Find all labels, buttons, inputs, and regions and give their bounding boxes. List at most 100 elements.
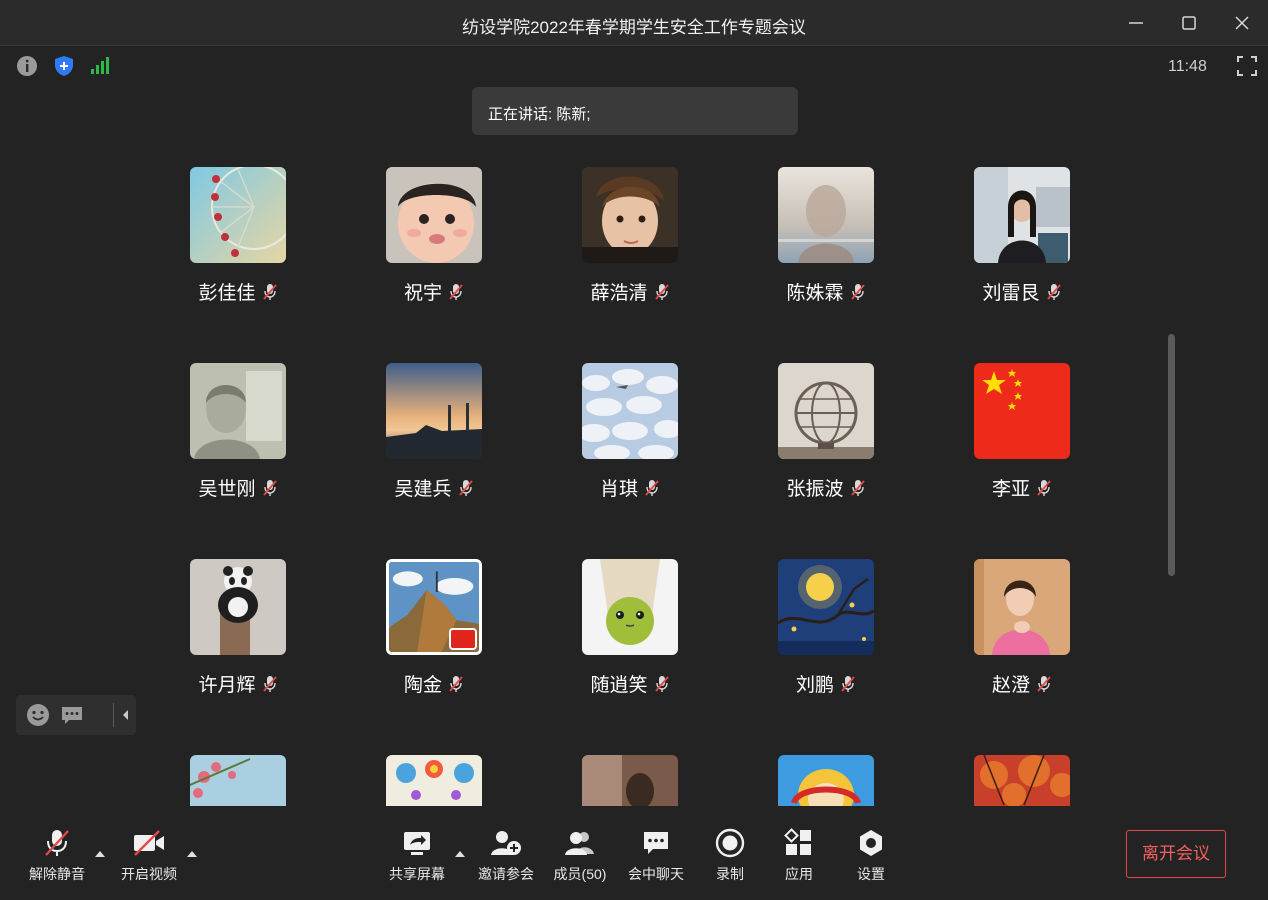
fullscreen-icon bbox=[1237, 56, 1257, 76]
members-icon bbox=[565, 832, 594, 855]
record-label: 录制 bbox=[716, 866, 744, 882]
meeting-clock: 11:48 bbox=[1168, 58, 1207, 75]
title-bar: 纺设学院2022年春学期学生安全工作专题会议 bbox=[0, 0, 1268, 46]
apps-icon bbox=[784, 828, 811, 855]
participant-name: 许月辉 bbox=[198, 675, 256, 696]
apps-button[interactable]: 应用 bbox=[764, 828, 834, 886]
participant-tile[interactable]: 薛浩清 bbox=[532, 160, 728, 356]
share-screen-label: 共享屏幕 bbox=[389, 866, 445, 882]
message-bubble-icon bbox=[62, 707, 82, 724]
unmute-label: 解除静音 bbox=[29, 866, 85, 882]
avatar bbox=[190, 167, 286, 263]
participant-tile[interactable]: 张振波 bbox=[728, 356, 924, 552]
participant-tile[interactable]: 刘雷艮 bbox=[924, 160, 1120, 356]
caret-up-icon[interactable] bbox=[94, 849, 106, 859]
muted-mic-icon bbox=[449, 675, 463, 692]
avatar bbox=[190, 363, 286, 459]
maximize-icon bbox=[1182, 16, 1196, 30]
participant-tile[interactable]: 赵澄 bbox=[924, 552, 1120, 748]
members-button[interactable]: 成员(50) bbox=[545, 828, 615, 886]
muted-mic-icon bbox=[645, 479, 659, 496]
avatar bbox=[582, 755, 678, 806]
minimize-button[interactable] bbox=[1120, 8, 1152, 38]
participant-name: 陈姝霖 bbox=[786, 283, 844, 304]
invite-button[interactable]: 邀请参会 bbox=[471, 828, 541, 886]
shield-icon bbox=[55, 56, 73, 76]
members-label: 成员(50) bbox=[553, 866, 607, 882]
participant-tile[interactable]: 随逍笑 bbox=[532, 552, 728, 748]
emoji-button[interactable] bbox=[26, 703, 50, 727]
participant-tile[interactable]: 陈姝霖 bbox=[728, 160, 924, 356]
meeting-info-button[interactable] bbox=[16, 55, 38, 77]
add-user-icon bbox=[491, 831, 521, 855]
meeting-toolbar: 解除静音 开启视频 共享屏幕 邀请参会 成员(50) 会中聊天 录制 应用 设置… bbox=[0, 806, 1268, 900]
reactions-panel bbox=[16, 695, 136, 735]
close-button[interactable] bbox=[1226, 8, 1258, 38]
network-status[interactable] bbox=[89, 55, 111, 77]
avatar bbox=[778, 167, 874, 263]
gear-icon bbox=[860, 830, 882, 856]
participant-tile[interactable]: 祝宇 bbox=[336, 160, 532, 356]
active-speaker-banner: 正在讲话: 陈新; bbox=[472, 87, 798, 135]
participant-tile[interactable]: 许月辉 bbox=[140, 552, 336, 748]
muted-mic-icon bbox=[449, 283, 463, 300]
participant-tile[interactable]: 李亚 bbox=[924, 356, 1120, 552]
avatar bbox=[974, 363, 1070, 459]
fullscreen-button[interactable] bbox=[1236, 55, 1258, 77]
muted-mic-icon bbox=[262, 675, 277, 692]
smiley-icon bbox=[27, 704, 49, 726]
participant-tile[interactable] bbox=[924, 748, 1120, 806]
leave-meeting-button[interactable]: 离开会议 bbox=[1126, 830, 1226, 878]
avatar bbox=[386, 363, 482, 459]
muted-mic-icon bbox=[1046, 283, 1061, 300]
chevron-left-icon bbox=[123, 710, 128, 720]
participant-name: 吴建兵 bbox=[394, 479, 452, 500]
muted-mic-icon bbox=[841, 675, 855, 692]
china-flag-badge bbox=[449, 628, 477, 650]
settings-button[interactable]: 设置 bbox=[836, 828, 906, 886]
caret-up-icon[interactable] bbox=[454, 849, 466, 859]
muted-mic-icon bbox=[654, 675, 669, 692]
participant-tile[interactable] bbox=[336, 748, 532, 806]
muted-mic-icon bbox=[262, 479, 277, 496]
record-button[interactable]: 录制 bbox=[695, 828, 765, 886]
avatar bbox=[778, 559, 874, 655]
participant-name: 吴世刚 bbox=[198, 479, 256, 500]
minimize-icon bbox=[1129, 22, 1143, 24]
participant-tile[interactable]: 彭佳佳 bbox=[140, 160, 336, 356]
danmaku-button[interactable] bbox=[60, 703, 84, 727]
maximize-button[interactable] bbox=[1173, 8, 1205, 38]
participant-tile[interactable] bbox=[728, 748, 924, 806]
share-screen-icon bbox=[404, 832, 430, 855]
participant-tile[interactable] bbox=[140, 748, 336, 806]
participant-name: 祝宇 bbox=[403, 283, 442, 304]
participant-tile[interactable]: 肖琪 bbox=[532, 356, 728, 552]
avatar bbox=[386, 559, 482, 655]
avatar bbox=[778, 363, 874, 459]
security-button[interactable] bbox=[53, 55, 75, 77]
caret-up-icon[interactable] bbox=[186, 849, 198, 859]
record-icon bbox=[715, 828, 745, 858]
avatar bbox=[190, 559, 286, 655]
avatar bbox=[778, 755, 874, 806]
participant-name: 薛浩清 bbox=[590, 283, 648, 304]
muted-mic-icon bbox=[850, 479, 865, 496]
collapse-button[interactable] bbox=[120, 703, 134, 727]
start-video-button[interactable]: 开启视频 bbox=[114, 828, 184, 886]
participant-tile[interactable]: 刘鹏 bbox=[728, 552, 924, 748]
grid-scrollbar[interactable] bbox=[1168, 334, 1175, 576]
muted-mic-icon bbox=[262, 283, 277, 300]
participant-tile[interactable]: 吴建兵 bbox=[336, 356, 532, 552]
participant-tile[interactable] bbox=[532, 748, 728, 806]
participant-name: 随逍笑 bbox=[590, 675, 648, 696]
chat-button[interactable]: 会中聊天 bbox=[621, 828, 691, 886]
participant-tile[interactable]: 陶金 bbox=[336, 552, 532, 748]
unmute-button[interactable]: 解除静音 bbox=[22, 828, 92, 886]
participant-tile[interactable]: 吴世刚 bbox=[140, 356, 336, 552]
participant-name: 张振波 bbox=[786, 479, 844, 500]
participant-name: 陶金 bbox=[403, 675, 442, 696]
share-screen-button[interactable]: 共享屏幕 bbox=[382, 828, 452, 886]
chat-label: 会中聊天 bbox=[628, 866, 684, 882]
muted-mic-icon bbox=[1037, 479, 1051, 496]
start-video-label: 开启视频 bbox=[121, 866, 177, 882]
